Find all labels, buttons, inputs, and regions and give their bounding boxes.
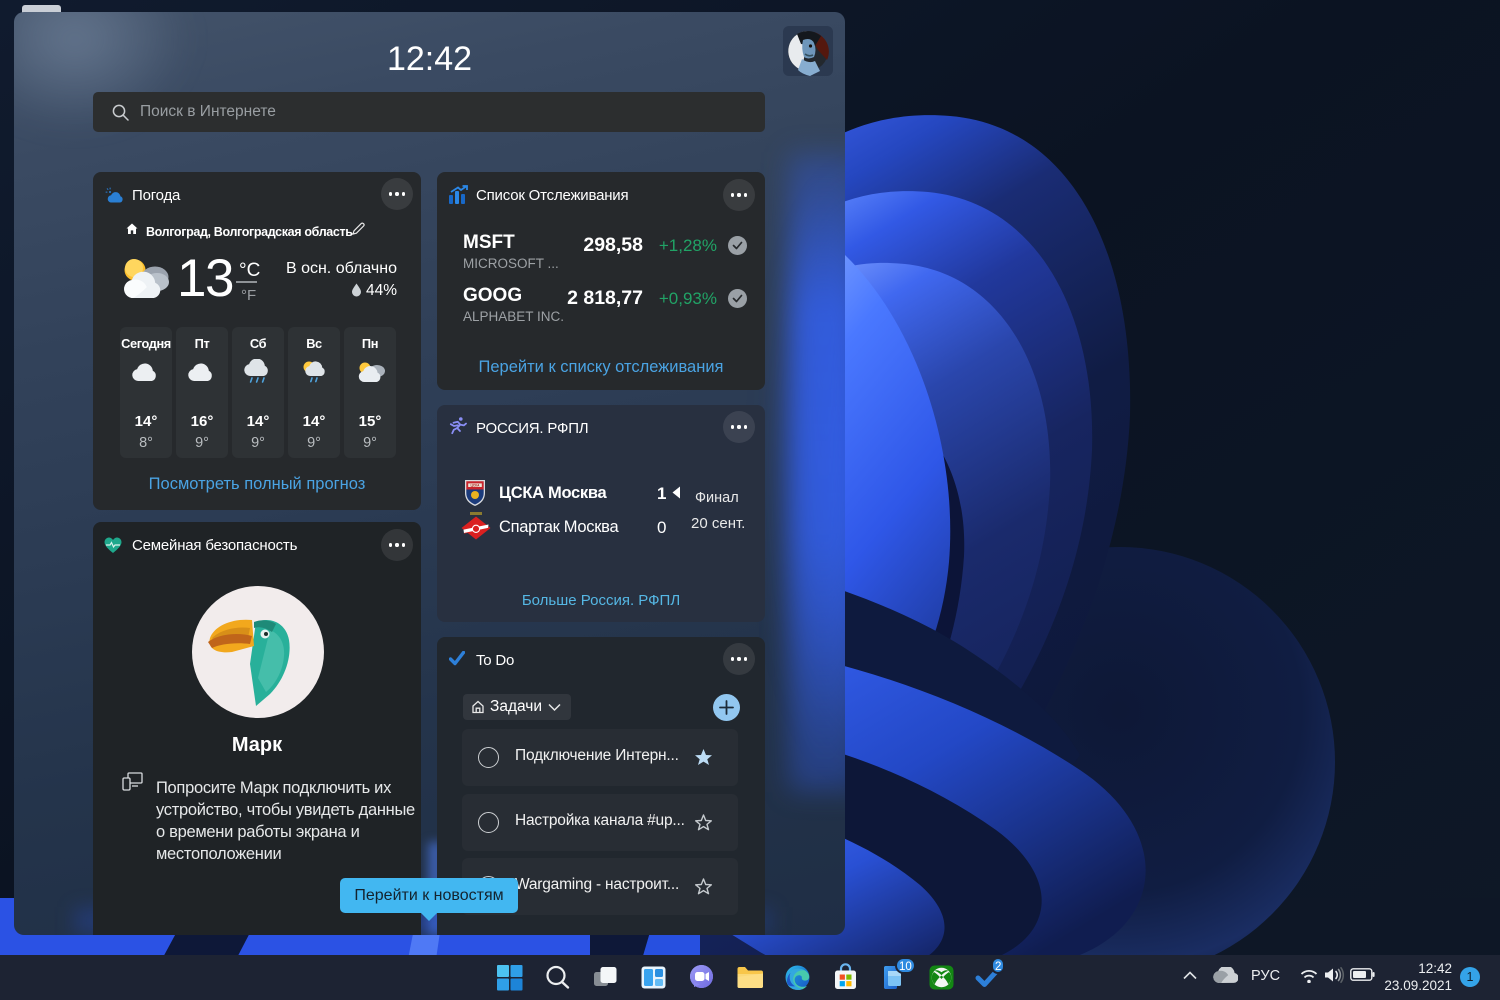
svg-text:ЦСКА: ЦСКА xyxy=(471,484,481,488)
